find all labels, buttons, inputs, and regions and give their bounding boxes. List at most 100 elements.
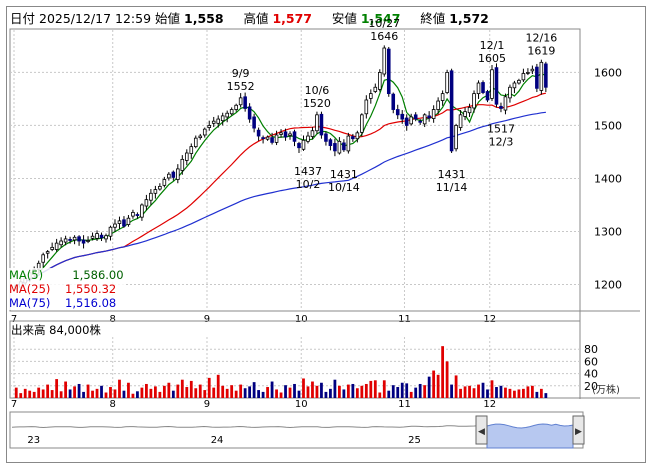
candle-body (243, 96, 247, 109)
candle-body (108, 226, 113, 237)
candle-body (153, 189, 158, 194)
candle-body (77, 236, 81, 242)
annotation-text: 12/16 (526, 31, 558, 44)
volume-bar (445, 361, 449, 398)
annotation-text: 1517 (487, 122, 515, 135)
volume-bar (324, 391, 328, 398)
volume-bar (320, 382, 323, 398)
volume-bar (68, 389, 72, 398)
candle-body (63, 238, 68, 243)
candle-body (319, 113, 324, 136)
candle-body (270, 137, 274, 143)
candle-body (355, 132, 360, 140)
volume-bar (32, 391, 36, 398)
annotation: 10/61520 (303, 84, 331, 110)
candle-body (508, 86, 512, 99)
candle-body (297, 143, 301, 149)
candle-body (283, 131, 288, 138)
price-tick-label: 1200 (594, 278, 622, 291)
ma-legend-item-ma5: MA(5) 1,586.00 (9, 268, 124, 282)
candle-body (54, 242, 59, 250)
volume-bar (109, 387, 112, 398)
candle-body (167, 173, 171, 179)
candle-body (247, 106, 252, 120)
candle-body (431, 109, 436, 119)
volume-bar (517, 389, 521, 398)
candle-body (126, 217, 131, 225)
volume-bar (486, 389, 489, 398)
stock-chart: 9/91552 10/6152010/27164612/1160512/16161… (9, 17, 640, 449)
volume-bar (522, 388, 525, 398)
volume-bar (153, 386, 157, 398)
candle-body (252, 116, 256, 129)
navigator-year-label: 25 (408, 435, 421, 446)
candle-body (333, 143, 337, 152)
candle-body (59, 240, 63, 246)
navigator-right-handle-icon: ▶ (575, 427, 582, 437)
candle-body (377, 72, 382, 90)
volume-bar (477, 384, 480, 398)
candle-body (337, 140, 342, 154)
volume-bar (19, 393, 23, 398)
ma75-label: MA(75) (9, 296, 51, 310)
volume-bar (454, 375, 458, 398)
volume-bar (342, 389, 346, 398)
annotation: 12/161619 (526, 31, 558, 57)
volume-bar (216, 374, 220, 398)
candle-body (189, 146, 194, 154)
candle-body (324, 133, 328, 142)
candle-body (234, 104, 238, 110)
candle-body (131, 211, 135, 217)
annotation-text: 12/1 (480, 39, 505, 52)
candle-body (158, 186, 162, 190)
candle-body (463, 111, 467, 117)
candle-body (404, 117, 409, 126)
volume-bar (113, 389, 117, 398)
candle-body (445, 72, 449, 93)
candle-body (274, 134, 279, 143)
candle-body (225, 112, 229, 118)
candle-body (391, 93, 396, 110)
volume-bar (127, 382, 130, 398)
candle-body (535, 66, 539, 89)
candle-body (306, 135, 310, 142)
annotation-text: 1520 (303, 97, 331, 110)
volume-month-tick-label: 10 (295, 399, 308, 410)
annotation-text: 11/14 (436, 181, 468, 194)
annotation-text: 10/2 (296, 178, 321, 191)
volume-tick-label: 60 (584, 355, 598, 368)
volume-bar (194, 388, 198, 398)
volume-bar (275, 389, 278, 398)
annotation-text: 1605 (478, 52, 506, 65)
volume-bar (288, 387, 292, 398)
volume-bar (539, 388, 543, 398)
candle-body (481, 82, 485, 93)
volume-bar (396, 387, 400, 398)
volume-month-tick-label: 8 (110, 399, 116, 410)
annotation-text: 9/9 (232, 67, 250, 80)
volume-bar (535, 391, 539, 398)
volume-bar (382, 380, 386, 398)
annotation: 9/91552 (227, 67, 255, 93)
candle-body (386, 48, 391, 95)
ma5-line (15, 72, 547, 287)
volume-bar (423, 385, 427, 398)
volume-tick-label: 80 (584, 343, 598, 356)
volume-bar (221, 385, 225, 398)
volume-bar (508, 388, 512, 398)
volume-bar (293, 383, 296, 398)
candle-body (144, 199, 149, 207)
candle-body (149, 192, 153, 201)
volume-bar (441, 346, 445, 398)
volume-bar (82, 391, 85, 398)
volume-bar (333, 379, 337, 398)
volume-bar (463, 386, 467, 398)
ma5-label: MA(5) (9, 268, 44, 282)
ma25-label: MA(25) (9, 282, 51, 296)
volume-bar (315, 385, 319, 398)
candle-body (512, 82, 517, 89)
navigator-year-label: 24 (211, 435, 224, 446)
candle-body (292, 131, 297, 142)
volume-bar (248, 386, 252, 398)
annotation-text: 12/3 (489, 135, 514, 148)
